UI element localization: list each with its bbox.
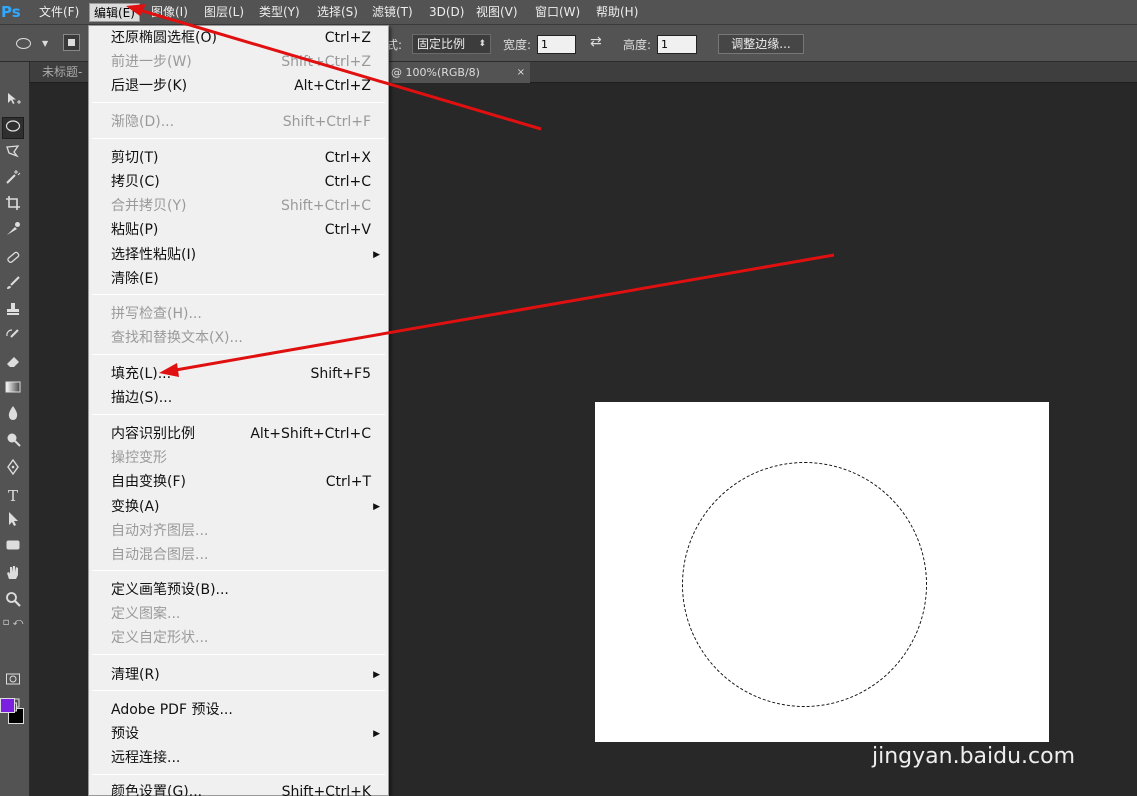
eyedropper-tool-icon[interactable] [2, 221, 24, 243]
menu-view[interactable]: 视图(V) [472, 0, 522, 25]
menu-item-paste-special[interactable]: 选择性粘贴(I) ▶ [89, 243, 388, 267]
updown-caret-icon: ⬍ [478, 39, 486, 49]
hand-tool-icon[interactable] [2, 565, 24, 587]
height-input[interactable]: 1 [657, 35, 697, 54]
menu-item-define-pattern[interactable]: 定义图案... [89, 602, 388, 626]
menu-item-puppet-warp[interactable]: 操控变形 [89, 446, 388, 470]
submenu-arrow-icon: ▶ [373, 502, 380, 512]
move-tool-icon[interactable] [2, 91, 24, 113]
edit-menu-dropdown: 还原椭圆选框(O) Ctrl+Z 前进一步(W) Shift+Ctrl+Z 后退一步… [88, 25, 389, 796]
menu-type[interactable]: 类型(Y) [255, 0, 304, 25]
menu-item-define-brush[interactable]: 定义画笔预设(B)... [89, 578, 388, 602]
style-select[interactable]: 固定比例 ⬍ [412, 34, 491, 54]
menu-item-auto-align-layers[interactable]: 自动对齐图层... [89, 519, 388, 543]
close-icon[interactable]: × [517, 62, 525, 83]
type-tool-icon[interactable]: T [2, 485, 24, 507]
zoom-tool-icon[interactable] [2, 591, 24, 613]
menu-separator [92, 354, 385, 355]
menu-bar: Ps 文件(F) 编辑(E) 图像(I) 图层(L) 类型(Y) 选择(S) 滤… [0, 0, 1137, 25]
crop-tool-icon[interactable] [2, 195, 24, 217]
menu-item-define-custom-shape[interactable]: 定义自定形状... [89, 626, 388, 650]
menu-separator [92, 102, 385, 103]
document-tab[interactable]: 未标题- [37, 62, 89, 83]
menu-separator [92, 774, 385, 775]
submenu-arrow-icon: ▶ [373, 670, 380, 680]
lasso-tool-icon[interactable] [2, 143, 24, 165]
menu-item-free-transform[interactable]: 自由变换(F) Ctrl+T [89, 470, 388, 494]
rectangle-tool-icon[interactable] [2, 537, 24, 559]
document-zoom-mode: @ 100%(RGB/8) [391, 66, 480, 79]
document-tab-info[interactable]: @ 100%(RGB/8) × [385, 62, 530, 83]
menu-item-stroke[interactable]: 描边(S)... [89, 386, 388, 410]
menu-item-copy-merged[interactable]: 合并拷贝(Y) Shift+Ctrl+C [89, 194, 388, 218]
menu-file[interactable]: 文件(F) [35, 0, 83, 25]
menu-edit[interactable]: 编辑(E) [89, 3, 140, 22]
menu-filter[interactable]: 滤镜(T) [368, 0, 417, 25]
menu-item-fade[interactable]: 渐隐(D)... Shift+Ctrl+F [89, 110, 388, 134]
menu-separator [92, 570, 385, 571]
default-colors-icon[interactable]: ▫ ⤺ [2, 616, 24, 630]
menu-item-remote-connections[interactable]: 远程连接... [89, 746, 388, 770]
menu-separator [92, 690, 385, 691]
photoshop-logo: Ps [1, 3, 21, 21]
foreground-color-swatch[interactable] [0, 698, 15, 713]
height-label: 高度: [623, 38, 652, 52]
new-selection-mode-button[interactable] [63, 34, 80, 51]
quick-mask-icon[interactable] [2, 671, 24, 693]
menu-item-content-aware-scale[interactable]: 内容识别比例 Alt+Shift+Ctrl+C [89, 422, 388, 446]
gradient-tool-icon[interactable] [2, 379, 24, 401]
menu-item-step-backward[interactable]: 后退一步(K) Alt+Ctrl+Z [89, 74, 388, 98]
elliptical-marquee-preset-icon[interactable] [16, 38, 31, 49]
toolbox: T ▫ ⤺ [0, 62, 30, 796]
menu-item-purge[interactable]: 清理(R) ▶ [89, 663, 388, 687]
path-selection-tool-icon[interactable] [2, 511, 24, 533]
refine-edge-button[interactable]: 调整边缘... [718, 34, 804, 54]
healing-brush-tool-icon[interactable] [2, 249, 24, 271]
menu-item-transform[interactable]: 变换(A) ▶ [89, 495, 388, 519]
menu-item-presets[interactable]: 预设 ▶ [89, 722, 388, 746]
menu-item-auto-blend-layers[interactable]: 自动混合图层... [89, 543, 388, 567]
magic-wand-tool-icon[interactable] [2, 169, 24, 191]
photoshop-window: Ps 文件(F) 编辑(E) 图像(I) 图层(L) 类型(Y) 选择(S) 滤… [0, 0, 1137, 796]
watermark-brand: Bai 经验 [870, 704, 1025, 745]
menu-separator [92, 414, 385, 415]
menu-item-step-forward[interactable]: 前进一步(W) Shift+Ctrl+Z [89, 50, 388, 74]
width-input[interactable]: 1 [537, 35, 576, 54]
brush-tool-icon[interactable] [2, 275, 24, 297]
blur-tool-icon[interactable] [2, 405, 24, 427]
menu-item-adobe-pdf-presets[interactable]: Adobe PDF 预设... [89, 698, 388, 722]
menu-item-color-settings[interactable]: 颜色设置(G)... Shift+Ctrl+K [89, 780, 388, 796]
menu-3d[interactable]: 3D(D) [425, 0, 468, 25]
menu-help[interactable]: 帮助(H) [592, 0, 642, 25]
submenu-arrow-icon: ▶ [373, 729, 380, 739]
menu-separator [92, 654, 385, 655]
menu-item-spell-check[interactable]: 拼写检查(H)... [89, 302, 388, 326]
menu-select[interactable]: 选择(S) [313, 0, 362, 25]
menu-item-paste[interactable]: 粘贴(P) Ctrl+V [89, 218, 388, 242]
clone-stamp-tool-icon[interactable] [2, 301, 24, 323]
menu-layer[interactable]: 图层(L) [200, 0, 248, 25]
menu-item-copy[interactable]: 拷贝(C) Ctrl+C [89, 170, 388, 194]
menu-item-cut[interactable]: 剪切(T) Ctrl+X [89, 146, 388, 170]
menu-image[interactable]: 图像(I) [147, 0, 192, 25]
submenu-arrow-icon: ▶ [373, 250, 380, 260]
watermark-url: jingyan.baidu.com [872, 744, 1076, 769]
width-label: 宽度: [503, 38, 532, 52]
menu-window[interactable]: 窗口(W) [531, 0, 584, 25]
elliptical-marquee-tool-icon[interactable] [2, 117, 24, 139]
menu-item-undo-ellipse[interactable]: 还原椭圆选框(O) Ctrl+Z [89, 26, 388, 50]
history-brush-tool-icon[interactable] [2, 327, 24, 349]
style-select-value: 固定比例 [417, 37, 466, 51]
swap-icon[interactable]: ⇄ [590, 34, 602, 50]
dodge-tool-icon[interactable] [2, 431, 24, 453]
menu-separator [92, 138, 385, 139]
chevron-down-icon[interactable]: ▼ [42, 39, 48, 48]
menu-item-find-replace[interactable]: 查找和替换文本(X)... [89, 326, 388, 350]
elliptical-selection-marquee [682, 462, 927, 707]
menu-item-clear[interactable]: 清除(E) [89, 267, 388, 291]
menu-item-fill[interactable]: 填充(L)... Shift+F5 [89, 362, 388, 386]
eraser-tool-icon[interactable] [2, 353, 24, 375]
pen-tool-icon[interactable] [2, 458, 24, 481]
menu-separator [92, 294, 385, 295]
